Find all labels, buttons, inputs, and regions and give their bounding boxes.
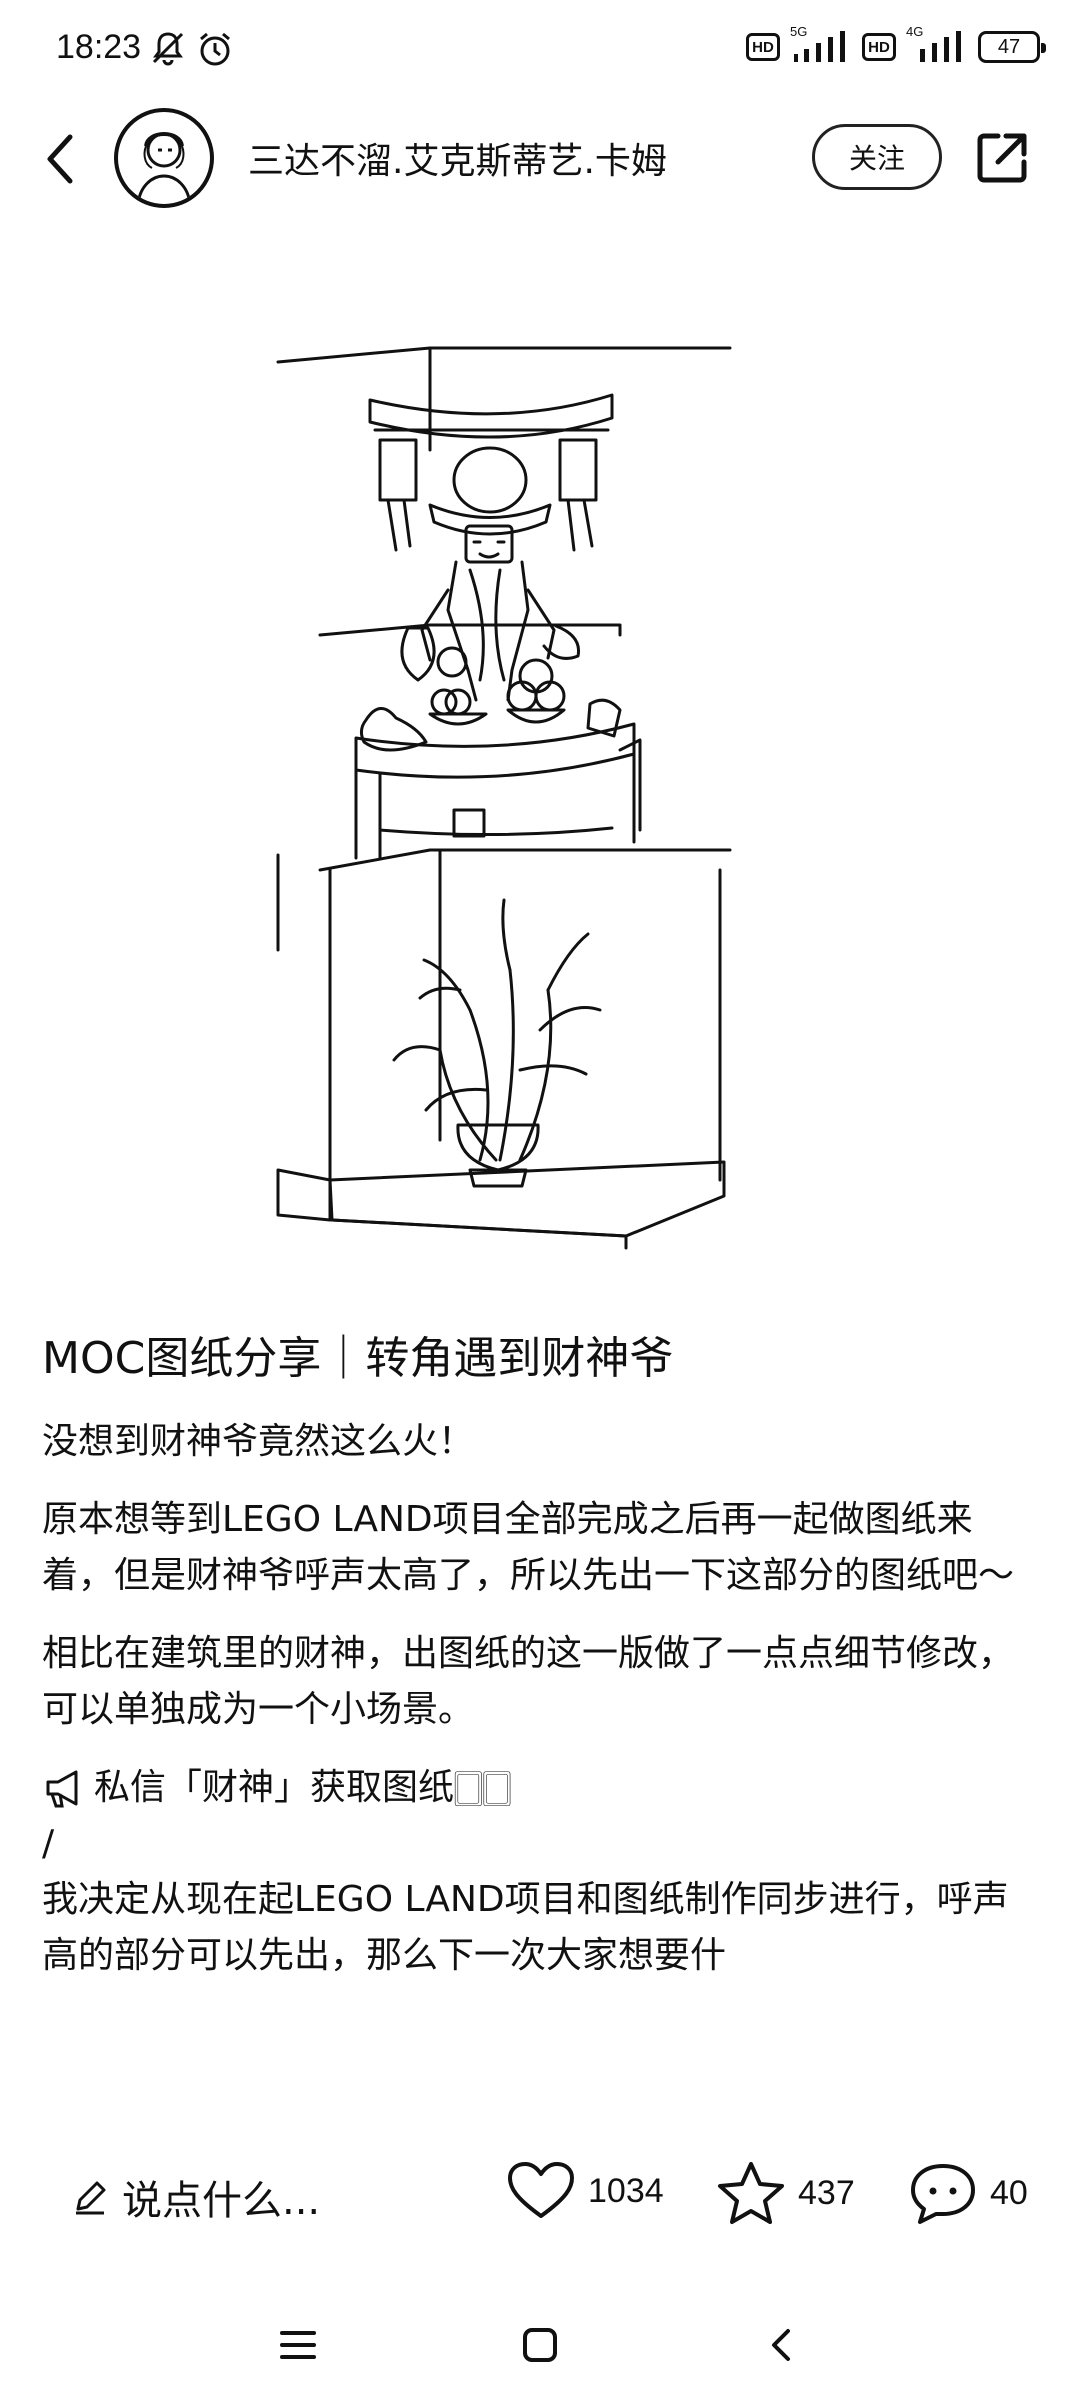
- hd-badge: HD: [746, 33, 780, 61]
- menu-icon: [280, 2331, 316, 2359]
- signal-5g-icon: 5G: [790, 24, 852, 66]
- like-count: 1034: [588, 2171, 664, 2210]
- back-chevron-icon: [47, 134, 73, 184]
- post-paragraph: /: [42, 1823, 55, 1864]
- nav-home-button[interactable]: [510, 2320, 570, 2370]
- status-time: 18:23: [56, 28, 142, 66]
- comment-button[interactable]: 40: [908, 2160, 1028, 2226]
- star-icon: [718, 2162, 784, 2224]
- comment-count: 40: [990, 2173, 1028, 2212]
- share-button[interactable]: [972, 128, 1032, 188]
- post-paragraph: 我决定从现在起LEGO LAND项目和图纸制作同步进行，呼声高的部分可以先出，那…: [42, 1879, 1009, 1976]
- network-label: 4G: [906, 24, 924, 39]
- alarm-icon: [196, 30, 234, 72]
- post-image[interactable]: [0, 230, 1080, 1290]
- favorite-count: 437: [798, 2173, 855, 2212]
- system-nav-bar: [0, 2290, 1080, 2400]
- post-cta-text: 私信「财神」获取图纸🀆🀆: [94, 1767, 512, 1808]
- post-paragraph-cta: 私信「财神」获取图纸🀆🀆: [42, 1760, 1042, 1816]
- post-content: MOC图纸分享｜转角遇到财神爷 没想到财神爷竟然这么火！ 原本想等到LEGO L…: [42, 1330, 1042, 2006]
- heart-icon: [508, 2162, 574, 2218]
- nav-back-button[interactable]: [752, 2320, 812, 2370]
- comment-input[interactable]: 说点什么...: [70, 2168, 320, 2226]
- like-button[interactable]: 1034: [506, 2160, 664, 2222]
- bell-muted-icon: [150, 30, 186, 70]
- back-button[interactable]: [30, 124, 90, 194]
- post-title: MOC图纸分享｜转角遇到财神爷: [42, 1333, 674, 1384]
- home-square-icon: [523, 2328, 557, 2362]
- post-paragraph: 没想到财神爷竟然这么火！: [42, 1421, 475, 1462]
- pencil-icon: [76, 2181, 106, 2215]
- post-paragraph: 相比在建筑里的财神，出图纸的这一版做了一点点细节修改，可以单独成为一个小场景。: [42, 1633, 1015, 1730]
- post-header: 三达不溜.艾克斯蒂艺.卡姆 关注: [0, 100, 1080, 220]
- comment-placeholder: 说点什么...: [122, 2178, 321, 2224]
- megaphone-icon: [46, 1770, 78, 1808]
- hd-badge: HD: [862, 33, 896, 61]
- comment-bubble-icon: [911, 2164, 975, 2224]
- nav-menu-button[interactable]: [268, 2320, 328, 2370]
- nav-back-icon: [772, 2329, 790, 2361]
- share-icon: [977, 133, 1027, 183]
- network-label: 5G: [790, 24, 808, 39]
- follow-button[interactable]: 关注: [812, 124, 942, 190]
- author-avatar[interactable]: [114, 108, 214, 208]
- favorite-button[interactable]: 437: [716, 2160, 855, 2226]
- lego-shrine-illustration: [276, 346, 732, 1250]
- bottom-action-bar: 说点什么... 1034 437 40: [0, 2140, 1080, 2250]
- author-name[interactable]: 三达不溜.艾克斯蒂艺.卡姆: [248, 132, 667, 184]
- post-paragraph: 原本想等到LEGO LAND项目全部完成之后再一起做图纸来着，但是财神爷呼声太高…: [42, 1499, 1015, 1596]
- battery-indicator: 47: [978, 31, 1046, 63]
- signal-4g-icon: 4G: [906, 24, 968, 66]
- status-bar: 18:23 HD 5G HD 4G 47: [0, 0, 1080, 100]
- status-indicators: HD 5G HD 4G 47: [746, 24, 1046, 66]
